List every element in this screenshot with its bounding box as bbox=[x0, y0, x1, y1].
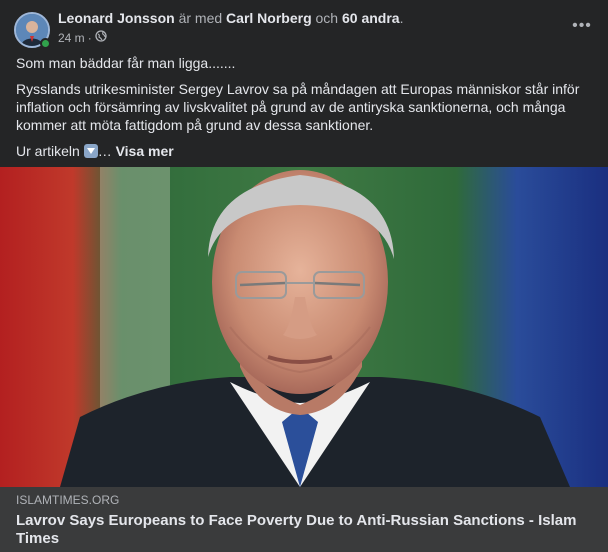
post-text-source: Ur artikeln … Visa mer bbox=[16, 142, 596, 160]
post-text-paragraph: Rysslands utrikesminister Sergey Lavrov … bbox=[16, 81, 580, 133]
author-line: Leonard Jonsson är med Carl Norberg och … bbox=[58, 10, 403, 27]
post-text-line1: Som man bäddar får man ligga....... bbox=[16, 55, 236, 71]
post-card: Leonard Jonsson är med Carl Norberg och … bbox=[0, 0, 608, 552]
down-arrow-emoji-icon bbox=[83, 144, 98, 158]
post-meta: 24 m · bbox=[58, 30, 107, 45]
post-text: Som man bäddar får man ligga....... Ryss… bbox=[16, 54, 596, 168]
see-more-link[interactable]: Visa mer bbox=[116, 143, 174, 159]
link-preview-footer[interactable]: ISLAMTIMES.ORG Lavrov Says Europeans to … bbox=[0, 487, 608, 552]
tagged-person[interactable]: Carl Norberg bbox=[226, 10, 312, 26]
conjunction-text: och bbox=[315, 10, 339, 26]
post-timestamp[interactable]: 24 m bbox=[58, 31, 85, 45]
more-horizontal-icon: ••• bbox=[572, 17, 592, 34]
period: . bbox=[399, 10, 404, 26]
link-domain: ISLAMTIMES.ORG bbox=[16, 493, 120, 507]
post-header: Leonard Jonsson är med Carl Norberg och … bbox=[0, 0, 608, 50]
online-status-dot bbox=[40, 38, 51, 49]
more-options-button[interactable]: ••• bbox=[570, 14, 594, 38]
author-name[interactable]: Leonard Jonsson bbox=[58, 10, 175, 26]
ellipsis: … bbox=[97, 143, 112, 159]
meta-separator: · bbox=[87, 30, 92, 45]
link-title[interactable]: Lavrov Says Europeans to Face Poverty Du… bbox=[16, 512, 592, 548]
with-text: är med bbox=[178, 10, 223, 26]
author-avatar[interactable] bbox=[14, 12, 51, 49]
link-preview-image[interactable] bbox=[0, 167, 608, 487]
source-prefix: Ur artikeln bbox=[16, 143, 80, 159]
globe-icon[interactable] bbox=[95, 30, 107, 45]
tagged-others-link[interactable]: 60 andra bbox=[342, 10, 400, 26]
